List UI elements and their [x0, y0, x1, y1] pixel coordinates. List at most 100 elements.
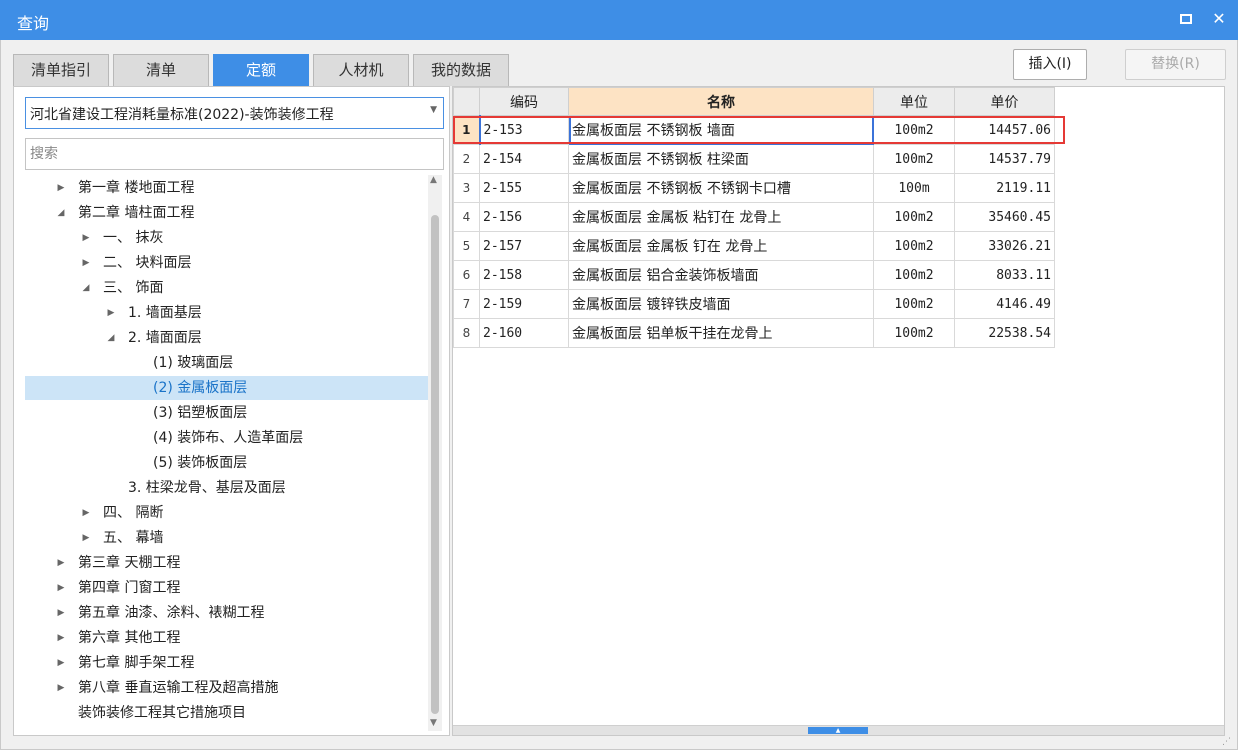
cell-name[interactable]: 金属板面层 铝合金装饰板墙面: [568, 260, 874, 290]
tree-item-section-3[interactable]: ◢ 三、 饰面: [25, 276, 428, 300]
insert-button[interactable]: 插入(I): [1013, 49, 1087, 80]
tab-materials[interactable]: 人材机: [313, 54, 409, 86]
chevron-down-icon[interactable]: ▼: [430, 105, 437, 115]
cell-code[interactable]: 2-158: [479, 260, 569, 290]
col-header-price[interactable]: 单价: [954, 87, 1055, 116]
scroll-thumb[interactable]: ▲: [808, 727, 868, 734]
expand-arrow-icon[interactable]: ▶: [55, 626, 67, 650]
expand-arrow-icon[interactable]: ▶: [55, 176, 67, 200]
maximize-icon[interactable]: [1180, 14, 1192, 24]
expand-arrow-icon[interactable]: ▶: [80, 226, 92, 250]
tree-item-decor-board[interactable]: (5) 装饰板面层: [25, 451, 428, 475]
table-row[interactable]: 3 2-155 金属板面层 不锈钢板 不锈钢卡口槽 100m 2119.11: [453, 173, 1055, 203]
cell-code[interactable]: 2-153: [478, 115, 569, 145]
expand-arrow-icon[interactable]: ▶: [105, 301, 117, 325]
cell-unit[interactable]: 100m2: [873, 289, 955, 319]
expand-arrow-icon[interactable]: ▶: [55, 551, 67, 575]
cell-name[interactable]: 金属板面层 金属板 钉在 龙骨上: [568, 231, 874, 261]
replace-button[interactable]: 替换(R): [1125, 49, 1226, 80]
collapse-arrow-icon[interactable]: ◢: [105, 326, 117, 350]
tree-item-aluminum-plastic[interactable]: (3) 铝塑板面层: [25, 401, 428, 425]
cell-name[interactable]: 金属板面层 铝单板干挂在龙骨上: [568, 318, 874, 348]
cell-unit[interactable]: 100m2: [873, 318, 955, 348]
cell-name[interactable]: 金属板面层 不锈钢板 墙面: [568, 115, 874, 145]
collapse-arrow-icon[interactable]: ◢: [80, 276, 92, 300]
cell-unit[interactable]: 100m2: [873, 260, 955, 290]
tree-item-section-1[interactable]: ▶ 一、 抹灰: [25, 226, 428, 250]
cell-unit[interactable]: 100m2: [873, 202, 955, 232]
scroll-down-icon[interactable]: ▼: [430, 718, 437, 728]
tree-item-chapter-3[interactable]: ▶ 第三章 天棚工程: [25, 551, 428, 575]
tree-item-wall-base[interactable]: ▶ 1. 墙面基层: [25, 301, 428, 325]
expand-arrow-icon[interactable]: ▶: [55, 676, 67, 700]
expand-arrow-icon[interactable]: ▶: [80, 501, 92, 525]
expand-arrow-icon[interactable]: ▶: [55, 651, 67, 675]
search-input[interactable]: [27, 140, 437, 168]
cell-price[interactable]: 14457.06: [954, 115, 1055, 145]
cell-price[interactable]: 4146.49: [954, 289, 1055, 319]
tree-item-other-measures[interactable]: 装饰装修工程其它措施项目: [25, 701, 428, 725]
table-row[interactable]: 5 2-157 金属板面层 金属板 钉在 龙骨上 100m2 33026.21: [453, 231, 1055, 261]
table-row[interactable]: 7 2-159 金属板面层 镀锌铁皮墙面 100m2 4146.49: [453, 289, 1055, 319]
cell-code[interactable]: 2-154: [479, 144, 569, 174]
expand-arrow-icon[interactable]: ▶: [80, 526, 92, 550]
cell-code[interactable]: 2-159: [479, 289, 569, 319]
tree-item-section-5[interactable]: ▶ 五、 幕墙: [25, 526, 428, 550]
scroll-up-icon[interactable]: ▲: [430, 175, 437, 185]
cell-price[interactable]: 8033.11: [954, 260, 1055, 290]
cell-code[interactable]: 2-160: [479, 318, 569, 348]
tree-item-chapter-1[interactable]: ▶ 第一章 楼地面工程: [25, 176, 428, 200]
tree-item-section-2[interactable]: ▶ 二、 块料面层: [25, 251, 428, 275]
cell-price[interactable]: 2119.11: [954, 173, 1055, 203]
cell-price[interactable]: 22538.54: [954, 318, 1055, 348]
cell-unit[interactable]: 100m2: [873, 115, 955, 145]
expand-arrow-icon[interactable]: ▶: [80, 251, 92, 275]
cell-name[interactable]: 金属板面层 金属板 粘钉在 龙骨上: [568, 202, 874, 232]
table-row[interactable]: 6 2-158 金属板面层 铝合金装饰板墙面 100m2 8033.11: [453, 260, 1055, 290]
tree-item-chapter-8[interactable]: ▶ 第八章 垂直运输工程及超高措施: [25, 676, 428, 700]
tab-quota[interactable]: 定额: [213, 54, 309, 86]
resize-grip-icon[interactable]: ⋰: [1222, 736, 1234, 748]
scroll-thumb[interactable]: [431, 215, 439, 714]
expand-arrow-icon[interactable]: ▶: [55, 601, 67, 625]
tree-item-chapter-2[interactable]: ◢ 第二章 墙柱面工程: [25, 201, 428, 225]
cell-name[interactable]: 金属板面层 镀锌铁皮墙面: [568, 289, 874, 319]
tree-item-chapter-6[interactable]: ▶ 第六章 其他工程: [25, 626, 428, 650]
standard-select[interactable]: 河北省建设工程消耗量标准(2022)-装饰装修工程 ▼: [25, 97, 444, 129]
tree-item-section-4[interactable]: ▶ 四、 隔断: [25, 501, 428, 525]
table-row[interactable]: 1 2-153 金属板面层 不锈钢板 墙面 100m2 14457.06: [453, 115, 1055, 145]
cell-code[interactable]: 2-157: [479, 231, 569, 261]
tree-item-wall-surface[interactable]: ◢ 2. 墙面面层: [25, 326, 428, 350]
tree-item-column-beam[interactable]: 3. 柱梁龙骨、基层及面层: [25, 476, 428, 500]
tree-item-fabric[interactable]: (4) 装饰布、人造革面层: [25, 426, 428, 450]
search-box[interactable]: [25, 138, 444, 170]
cell-code[interactable]: 2-155: [479, 173, 569, 203]
col-header-name[interactable]: 名称: [568, 87, 874, 116]
tree-item-metal-panel[interactable]: (2) 金属板面层: [25, 376, 428, 400]
tree-item-chapter-5[interactable]: ▶ 第五章 油漆、涂料、裱糊工程: [25, 601, 428, 625]
tree-scrollbar[interactable]: ▲ ▼: [428, 175, 442, 731]
tree-item-chapter-4[interactable]: ▶ 第四章 门窗工程: [25, 576, 428, 600]
col-header-unit[interactable]: 单位: [873, 87, 955, 116]
expand-arrow-icon[interactable]: ▶: [55, 576, 67, 600]
table-row[interactable]: 8 2-160 金属板面层 铝单板干挂在龙骨上 100m2 22538.54: [453, 318, 1055, 348]
table-row[interactable]: 2 2-154 金属板面层 不锈钢板 柱梁面 100m2 14537.79: [453, 144, 1055, 174]
cell-code[interactable]: 2-156: [479, 202, 569, 232]
table-row[interactable]: 4 2-156 金属板面层 金属板 粘钉在 龙骨上 100m2 35460.45: [453, 202, 1055, 232]
tree-item-chapter-7[interactable]: ▶ 第七章 脚手架工程: [25, 651, 428, 675]
cell-price[interactable]: 35460.45: [954, 202, 1055, 232]
cell-name[interactable]: 金属板面层 不锈钢板 柱梁面: [568, 144, 874, 174]
cell-unit[interactable]: 100m2: [873, 144, 955, 174]
cell-price[interactable]: 33026.21: [954, 231, 1055, 261]
cell-unit[interactable]: 100m: [873, 173, 955, 203]
collapse-arrow-icon[interactable]: ◢: [55, 201, 67, 225]
cell-unit[interactable]: 100m2: [873, 231, 955, 261]
col-header-code[interactable]: 编码: [479, 87, 569, 116]
horizontal-scrollbar[interactable]: ▲: [453, 725, 1224, 735]
tab-bill[interactable]: 清单: [113, 54, 209, 86]
cell-name[interactable]: 金属板面层 不锈钢板 不锈钢卡口槽: [568, 173, 874, 203]
cell-price[interactable]: 14537.79: [954, 144, 1055, 174]
close-icon[interactable]: ✕: [1210, 9, 1228, 29]
tab-my-data[interactable]: 我的数据: [413, 54, 509, 86]
tab-bill-guide[interactable]: 清单指引: [13, 54, 109, 86]
